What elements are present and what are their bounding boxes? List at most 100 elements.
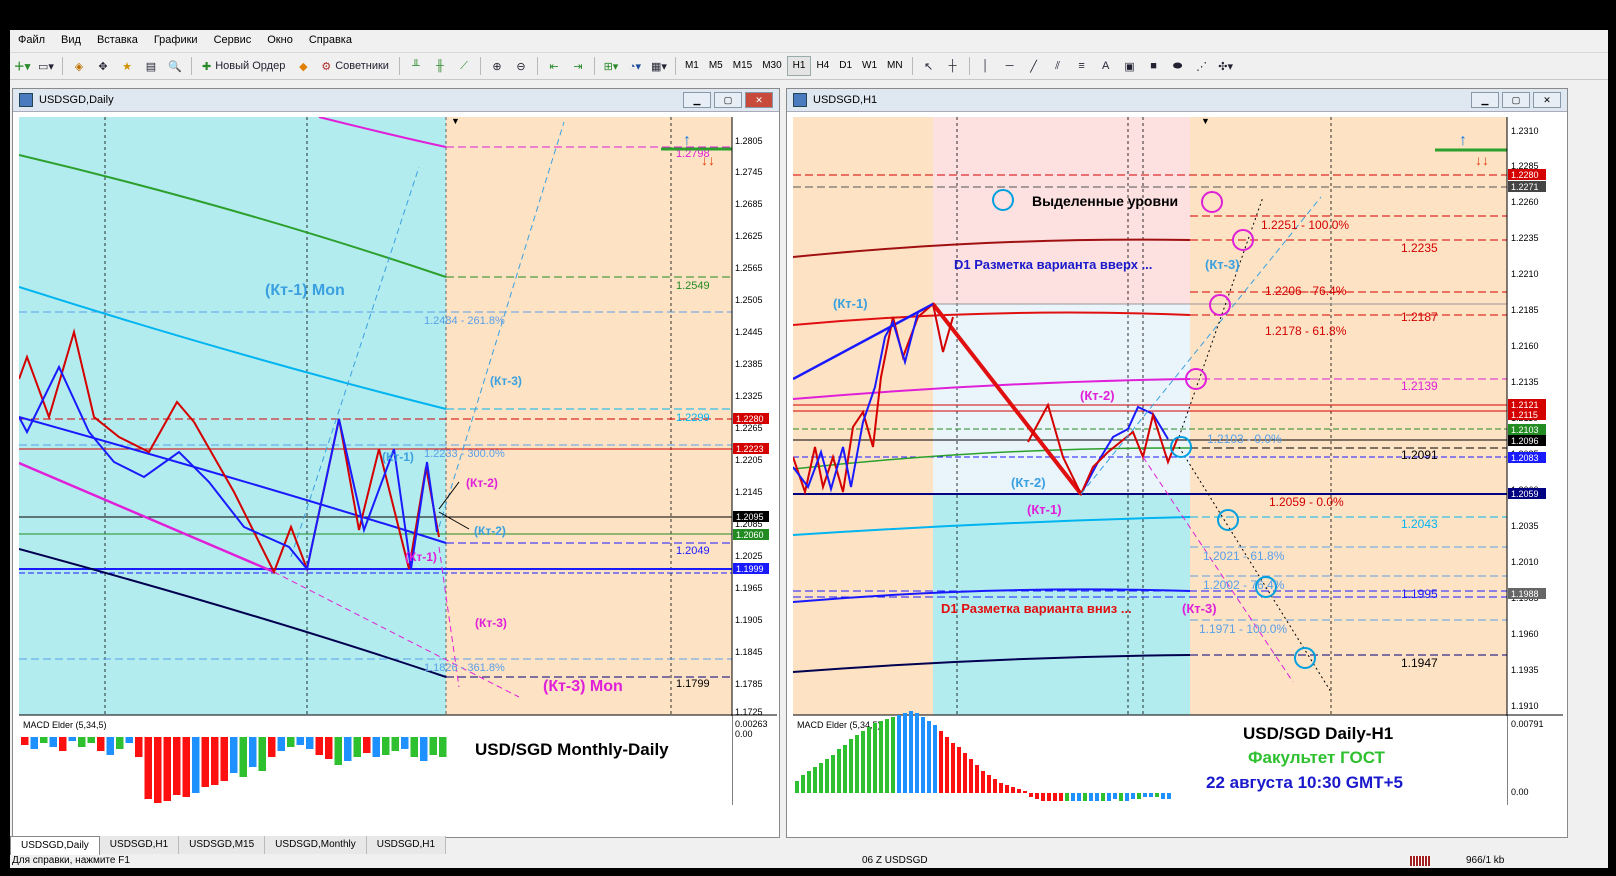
- h1-chart[interactable]: Выделенные уровни D1 Разметка варианта в…: [793, 117, 1563, 805]
- new-order-button[interactable]: ✚ Новый Ордер: [198, 56, 289, 76]
- tab-usdsgd-h1-2[interactable]: USDSGD,H1: [366, 836, 447, 854]
- crosshair-icon[interactable]: ┼: [943, 56, 963, 76]
- fibonacci-icon[interactable]: ≡: [1072, 56, 1092, 76]
- tf-m30[interactable]: M30: [757, 57, 786, 75]
- macd-bar: [372, 737, 380, 757]
- zoom-in-icon[interactable]: ⊕: [487, 56, 507, 76]
- tab-usdsgd-h1[interactable]: USDSGD,H1: [99, 836, 180, 854]
- level-label: 1.1947: [1401, 656, 1438, 670]
- menu-tools[interactable]: Сервис: [206, 30, 260, 50]
- text-label-icon[interactable]: ▣: [1120, 56, 1140, 76]
- svg-text:1.2145: 1.2145: [735, 487, 763, 497]
- terminal-icon[interactable]: ▤: [141, 56, 161, 76]
- ellipse-icon[interactable]: ⬬: [1168, 56, 1188, 76]
- macd-bar: [201, 737, 209, 787]
- menu-file[interactable]: Файл: [10, 30, 53, 50]
- macd-bar: [1131, 793, 1135, 799]
- chart-shift-icon[interactable]: ⇥: [568, 56, 588, 76]
- macd-bar: [78, 737, 86, 747]
- macd-bar: [999, 783, 1003, 793]
- tf-w1[interactable]: W1: [857, 57, 882, 75]
- new-chart-icon[interactable]: ＋▾: [12, 56, 32, 76]
- macd-bar: [837, 749, 841, 793]
- auto-scroll-icon[interactable]: ⇤: [544, 56, 564, 76]
- maximize-button[interactable]: ▢: [714, 92, 742, 108]
- tab-usdsgd-m15[interactable]: USDSGD,M15: [179, 836, 266, 854]
- macd-bar: [867, 727, 871, 793]
- tf-d1[interactable]: D1: [834, 57, 857, 75]
- fibo-fan-icon[interactable]: ⋰: [1192, 56, 1212, 76]
- macd-bar: [49, 737, 57, 747]
- arrow-down-icon: ↓↓: [1475, 152, 1489, 168]
- tab-usdsgd-daily[interactable]: USDSGD,Daily: [10, 836, 100, 855]
- macd-bar: [258, 737, 266, 771]
- tab-usdsgd-monthly[interactable]: USDSGD,Monthly: [265, 836, 367, 854]
- arrows-icon[interactable]: ✣▾: [1216, 56, 1236, 76]
- strategy-tester-icon[interactable]: 🔍: [165, 56, 185, 76]
- macd-top: 0.00263: [735, 719, 768, 729]
- tf-m15[interactable]: M15: [728, 57, 757, 75]
- trendline-icon[interactable]: ╱: [1024, 56, 1044, 76]
- tf-m1[interactable]: M1: [680, 57, 704, 75]
- bar-chart-icon[interactable]: ╨: [406, 56, 426, 76]
- tf-mn[interactable]: MN: [882, 57, 908, 75]
- macd-bar: [40, 737, 48, 743]
- macd-bar: [1095, 793, 1099, 801]
- svg-text:1.1965: 1.1965: [735, 583, 763, 593]
- minimize-button[interactable]: ▁: [1471, 92, 1499, 108]
- rectangle-icon[interactable]: ■: [1144, 56, 1164, 76]
- equidistant-channel-icon[interactable]: ⫽: [1048, 56, 1068, 76]
- status-help: Для справки, нажмите F1: [12, 855, 130, 866]
- cursor-icon[interactable]: ↖: [919, 56, 939, 76]
- metaeditor-icon[interactable]: ◆: [293, 56, 313, 76]
- tf-h1[interactable]: H1: [786, 56, 812, 76]
- price-tag: 1.2096: [1511, 436, 1539, 446]
- menu-insert[interactable]: Вставка: [89, 30, 146, 50]
- vertical-line-icon[interactable]: │: [976, 56, 996, 76]
- minimize-button[interactable]: ▁: [683, 92, 711, 108]
- daily-chart[interactable]: (Кт-1) Mon (Кт-3) Mon (Кт-3) (Кт-1) (Кт-…: [19, 117, 777, 805]
- macd-bar: [1113, 793, 1117, 799]
- macd-bar: [1149, 793, 1153, 797]
- svg-text:1.2035: 1.2035: [1511, 521, 1539, 531]
- close-button[interactable]: ✕: [1533, 92, 1561, 108]
- price-tag: 1.2223: [736, 444, 764, 454]
- navigator-icon[interactable]: ★: [117, 56, 137, 76]
- svg-text:1.2025: 1.2025: [735, 551, 763, 561]
- maximize-button[interactable]: ▢: [1502, 92, 1530, 108]
- experts-button[interactable]: ⚙ Советники: [317, 56, 393, 76]
- macd-bar: [1029, 793, 1033, 797]
- macd-bar: [173, 737, 181, 795]
- menu-charts[interactable]: Графики: [146, 30, 206, 50]
- macd-bar: [268, 737, 276, 757]
- text-icon[interactable]: A: [1096, 56, 1116, 76]
- candles-icon[interactable]: ╫: [430, 56, 450, 76]
- tf-m5[interactable]: M5: [704, 57, 728, 75]
- menu-help[interactable]: Справка: [301, 30, 360, 50]
- svg-text:1.2745: 1.2745: [735, 167, 763, 177]
- zoom-out-icon[interactable]: ⊖: [511, 56, 531, 76]
- macd-bar: [1065, 793, 1069, 801]
- horizontal-line-icon[interactable]: ─: [1000, 56, 1020, 76]
- macd-bar: [849, 739, 853, 793]
- menu-view[interactable]: Вид: [53, 30, 89, 50]
- menu-window[interactable]: Окно: [259, 30, 301, 50]
- label-kt1-magenta: (Кт-1): [405, 550, 437, 564]
- label-kt3-mon: (Кт-3) Mon: [543, 678, 623, 695]
- close-button[interactable]: ✕: [745, 92, 773, 108]
- templates-icon[interactable]: ▦▾: [649, 56, 669, 76]
- line-chart-icon[interactable]: ⟋: [454, 56, 474, 76]
- profiles-icon[interactable]: ▭▾: [36, 56, 56, 76]
- terminal-window: Файл Вид Вставка Графики Сервис Окно Спр…: [10, 30, 1608, 868]
- indicators-icon[interactable]: ⊞▾: [601, 56, 621, 76]
- past-zone: [793, 117, 933, 715]
- label-kt3-up: (Кт-3): [1205, 257, 1240, 272]
- svg-text:1.2310: 1.2310: [1511, 126, 1539, 136]
- data-window-icon[interactable]: ✥: [93, 56, 113, 76]
- level-label: 1.2206 - 76.4%: [1265, 284, 1347, 298]
- periods-icon[interactable]: ◔▾: [625, 56, 645, 76]
- macd-bar: [382, 737, 390, 755]
- market-watch-icon[interactable]: ◈: [69, 56, 89, 76]
- tf-h4[interactable]: H4: [811, 57, 834, 75]
- macd-bar: [1017, 789, 1021, 793]
